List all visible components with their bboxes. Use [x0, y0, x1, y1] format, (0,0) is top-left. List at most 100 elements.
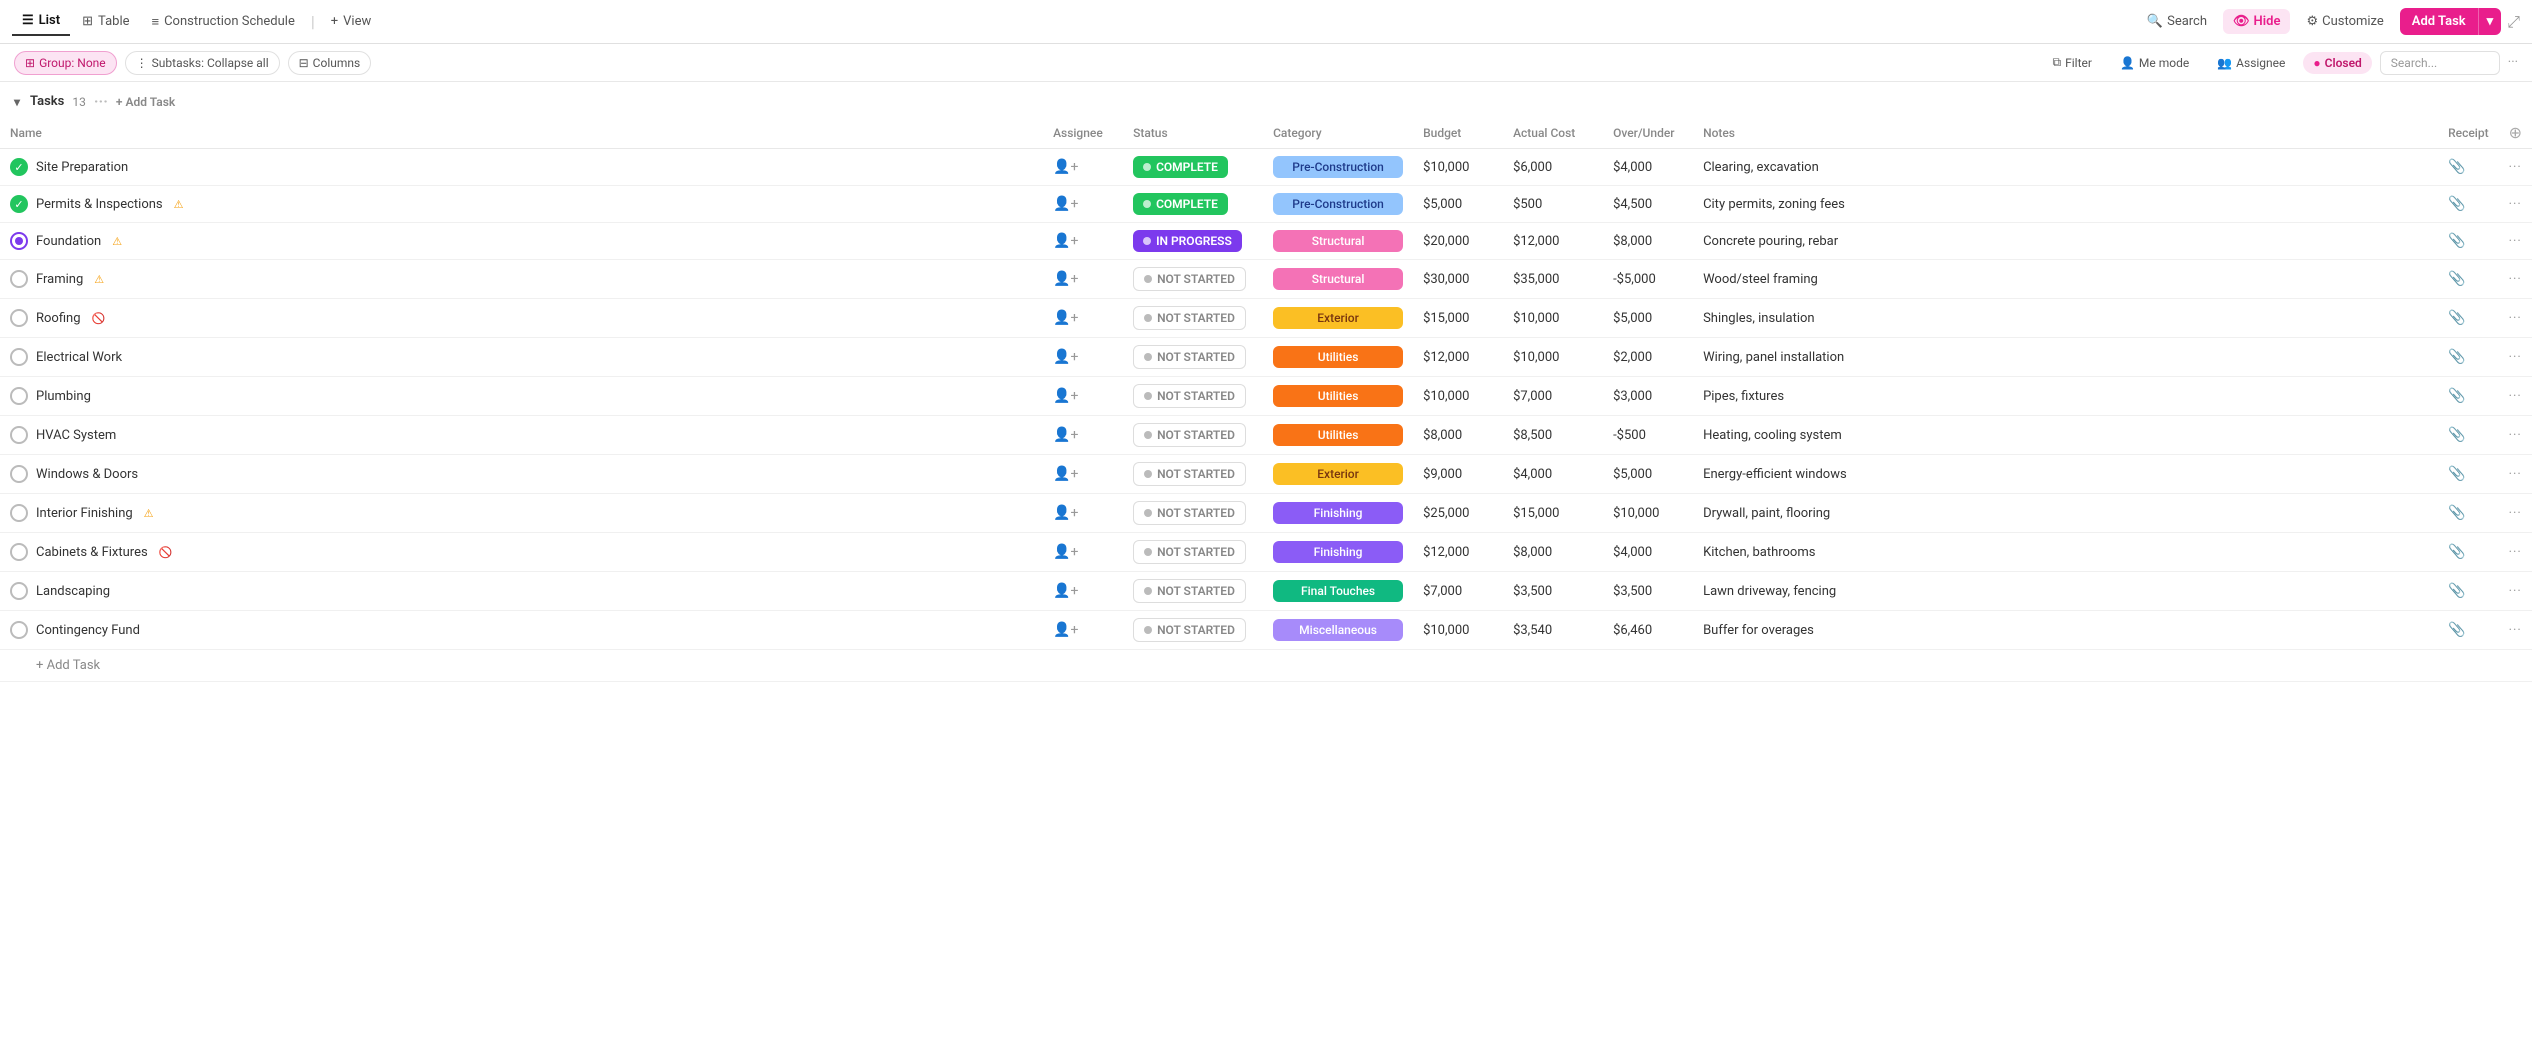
task-more-icon[interactable]: ···	[2509, 467, 2522, 482]
receipt-clip-icon[interactable]: 📎	[2448, 159, 2465, 175]
task-more-icon[interactable]: ···	[2509, 160, 2522, 175]
assignee-add-icon[interactable]: 👤+	[1053, 349, 1078, 365]
task-more-icon[interactable]: ···	[2509, 623, 2522, 638]
task-name[interactable]: Site Preparation	[36, 160, 128, 175]
task-category-cell[interactable]: Utilities	[1263, 377, 1413, 416]
receipt-clip-icon[interactable]: 📎	[2448, 427, 2465, 443]
task-category-cell[interactable]: Final Touches	[1263, 572, 1413, 611]
more-options-icon[interactable]: ···	[2508, 55, 2518, 70]
task-name[interactable]: Framing	[36, 272, 83, 287]
task-receipt-cell[interactable]: 📎	[2438, 260, 2498, 299]
task-actions-cell[interactable]: ···	[2499, 260, 2532, 299]
task-status-cell[interactable]: NOT STARTED	[1123, 299, 1263, 338]
task-status-cell[interactable]: NOT STARTED	[1123, 611, 1263, 650]
me-mode-button[interactable]: 👤 Me mode	[2110, 52, 2199, 74]
nav-list[interactable]: ☰ List	[12, 7, 70, 36]
task-status-cell[interactable]: NOT STARTED	[1123, 572, 1263, 611]
receipt-clip-icon[interactable]: 📎	[2448, 466, 2465, 482]
task-name[interactable]: Electrical Work	[36, 350, 122, 365]
task-category-cell[interactable]: Exterior	[1263, 299, 1413, 338]
category-badge[interactable]: Exterior	[1273, 463, 1403, 485]
task-status-cell[interactable]: NOT STARTED	[1123, 260, 1263, 299]
task-more-icon[interactable]: ···	[2509, 311, 2522, 326]
task-status-cell[interactable]: COMPLETE	[1123, 149, 1263, 186]
task-category-cell[interactable]: Utilities	[1263, 338, 1413, 377]
task-category-cell[interactable]: Pre-Construction	[1263, 149, 1413, 186]
task-more-icon[interactable]: ···	[2509, 506, 2522, 521]
task-actions-cell[interactable]: ···	[2499, 455, 2532, 494]
receipt-clip-icon[interactable]: 📎	[2448, 388, 2465, 404]
task-actions-cell[interactable]: ···	[2499, 572, 2532, 611]
task-name[interactable]: Windows & Doors	[36, 467, 138, 482]
add-task-row[interactable]: + Add Task	[0, 650, 2532, 682]
add-task-caret[interactable]: ▾	[2478, 8, 2502, 35]
closed-badge[interactable]: ● Closed	[2303, 52, 2371, 74]
receipt-clip-icon[interactable]: 📎	[2448, 349, 2465, 365]
receipt-clip-icon[interactable]: 📎	[2448, 622, 2465, 638]
task-more-icon[interactable]: ···	[2509, 545, 2522, 560]
task-more-icon[interactable]: ···	[2509, 234, 2522, 249]
receipt-clip-icon[interactable]: 📎	[2448, 233, 2465, 249]
expand-icon[interactable]: ⤢	[2507, 12, 2520, 32]
task-more-icon[interactable]: ···	[2509, 389, 2522, 404]
task-status-cell[interactable]: COMPLETE	[1123, 186, 1263, 223]
columns-chip[interactable]: ⊟ Columns	[288, 51, 372, 75]
customize-button[interactable]: ⚙ Customize	[2296, 8, 2393, 35]
assignee-add-icon[interactable]: 👤+	[1053, 622, 1078, 638]
task-status-cell[interactable]: NOT STARTED	[1123, 533, 1263, 572]
status-badge[interactable]: NOT STARTED	[1133, 540, 1246, 564]
filter-button[interactable]: ⧉ Filter	[2043, 51, 2102, 74]
task-receipt-cell[interactable]: 📎	[2438, 572, 2498, 611]
receipt-clip-icon[interactable]: 📎	[2448, 544, 2465, 560]
status-badge[interactable]: COMPLETE	[1133, 156, 1228, 178]
task-actions-cell[interactable]: ···	[2499, 223, 2532, 260]
status-badge[interactable]: NOT STARTED	[1133, 345, 1246, 369]
assignee-add-icon[interactable]: 👤+	[1053, 196, 1078, 212]
task-category-cell[interactable]: Finishing	[1263, 494, 1413, 533]
category-badge[interactable]: Structural	[1273, 230, 1403, 252]
task-actions-cell[interactable]: ···	[2499, 338, 2532, 377]
assignee-add-icon[interactable]: 👤+	[1053, 159, 1078, 175]
assignee-add-icon[interactable]: 👤+	[1053, 466, 1078, 482]
task-receipt-cell[interactable]: 📎	[2438, 338, 2498, 377]
task-name[interactable]: Roofing	[36, 311, 81, 326]
status-badge[interactable]: IN PROGRESS	[1133, 230, 1242, 252]
receipt-clip-icon[interactable]: 📎	[2448, 583, 2465, 599]
assignee-add-icon[interactable]: 👤+	[1053, 427, 1078, 443]
status-badge[interactable]: NOT STARTED	[1133, 423, 1246, 447]
status-badge[interactable]: NOT STARTED	[1133, 306, 1246, 330]
status-badge[interactable]: COMPLETE	[1133, 193, 1228, 215]
status-badge[interactable]: NOT STARTED	[1133, 462, 1246, 486]
task-actions-cell[interactable]: ···	[2499, 611, 2532, 650]
assignee-add-icon[interactable]: 👤+	[1053, 544, 1078, 560]
category-badge[interactable]: Pre-Construction	[1273, 193, 1403, 215]
task-receipt-cell[interactable]: 📎	[2438, 494, 2498, 533]
task-receipt-cell[interactable]: 📎	[2438, 149, 2498, 186]
task-receipt-cell[interactable]: 📎	[2438, 186, 2498, 223]
task-status-cell[interactable]: IN PROGRESS	[1123, 223, 1263, 260]
task-more-icon[interactable]: ···	[2509, 584, 2522, 599]
task-category-cell[interactable]: Structural	[1263, 223, 1413, 260]
tasks-more-icon[interactable]: ···	[94, 92, 108, 111]
task-receipt-cell[interactable]: 📎	[2438, 377, 2498, 416]
task-name[interactable]: HVAC System	[36, 428, 116, 443]
task-actions-cell[interactable]: ···	[2499, 416, 2532, 455]
task-name[interactable]: Foundation	[36, 234, 101, 249]
assignee-add-icon[interactable]: 👤+	[1053, 388, 1078, 404]
task-category-cell[interactable]: Structural	[1263, 260, 1413, 299]
assignee-add-icon[interactable]: 👤+	[1053, 505, 1078, 521]
category-badge[interactable]: Utilities	[1273, 424, 1403, 446]
add-task-button[interactable]: Add Task ▾	[2400, 8, 2501, 35]
add-task-main-label[interactable]: Add Task	[2400, 8, 2478, 35]
nav-view[interactable]: + View	[321, 8, 382, 35]
assignee-add-icon[interactable]: 👤+	[1053, 583, 1078, 599]
category-badge[interactable]: Miscellaneous	[1273, 619, 1403, 641]
subtasks-chip[interactable]: ⋮ Subtasks: Collapse all	[125, 51, 280, 75]
status-badge[interactable]: NOT STARTED	[1133, 579, 1246, 603]
task-receipt-cell[interactable]: 📎	[2438, 533, 2498, 572]
task-category-cell[interactable]: Pre-Construction	[1263, 186, 1413, 223]
assignee-button[interactable]: 👥 Assignee	[2207, 52, 2295, 74]
assignee-add-icon[interactable]: 👤+	[1053, 233, 1078, 249]
nav-construction-schedule[interactable]: ≡ Construction Schedule	[142, 8, 305, 36]
task-actions-cell[interactable]: ···	[2499, 533, 2532, 572]
